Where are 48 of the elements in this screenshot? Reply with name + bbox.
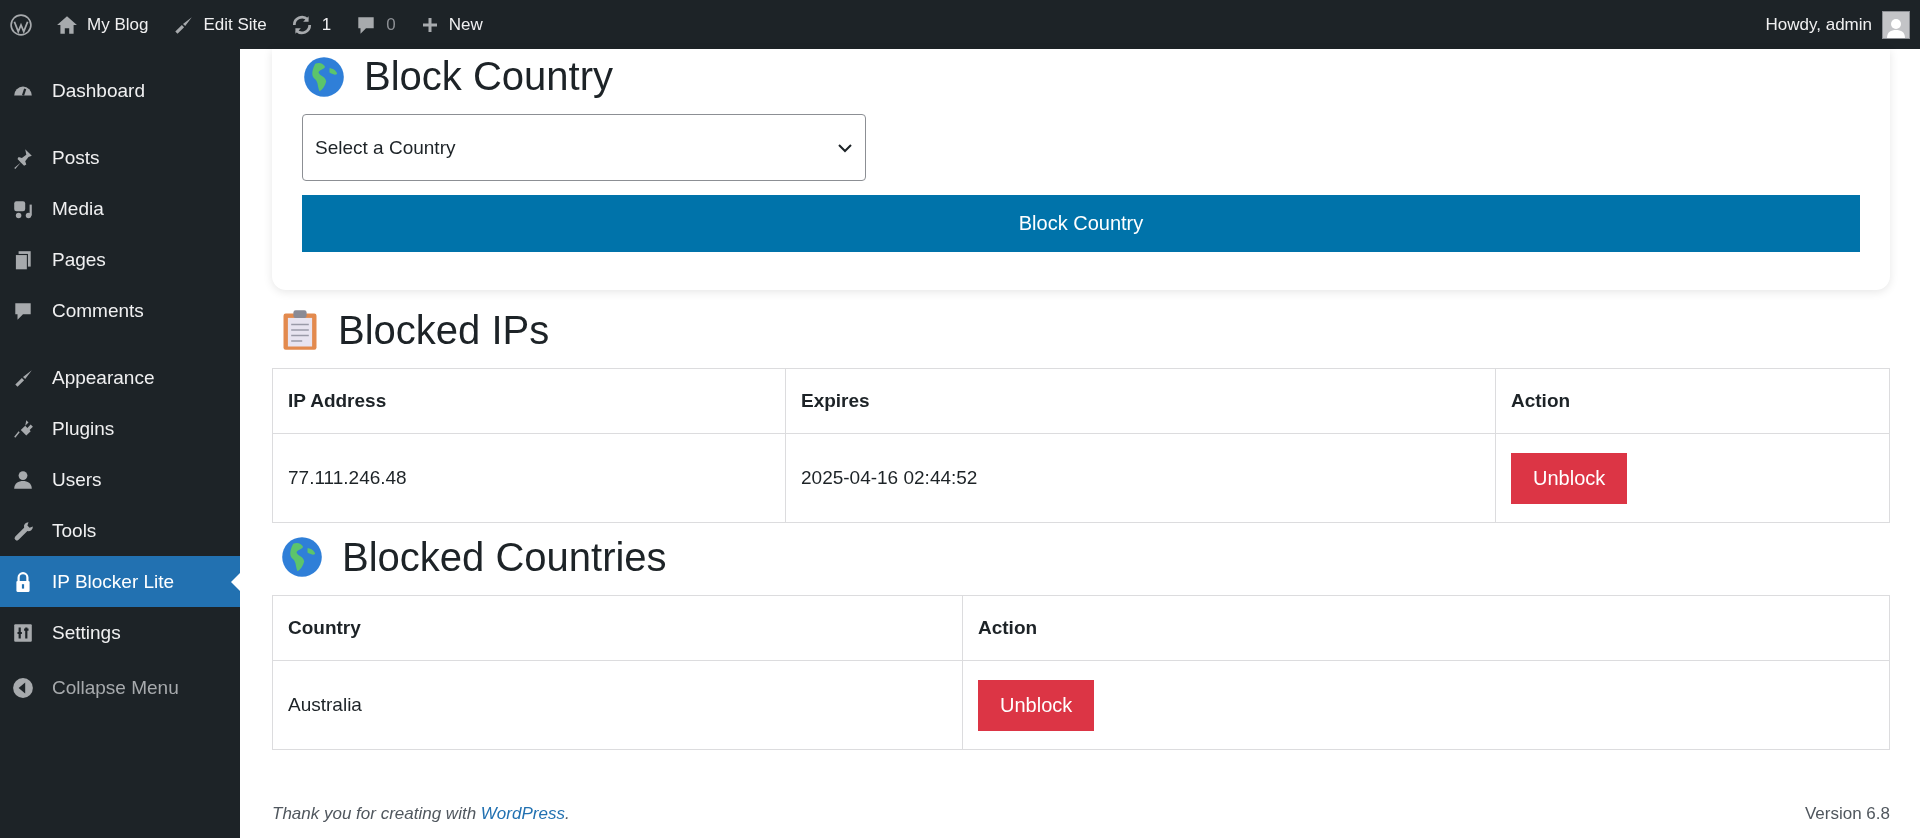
- section-title: Blocked IPs: [338, 307, 550, 353]
- section-title: Blocked Countries: [342, 534, 667, 580]
- menu-item-icon: [12, 146, 34, 169]
- avatar-icon[interactable]: [1882, 10, 1910, 39]
- sidebar-item[interactable]: Tools: [0, 505, 240, 556]
- chevron-down-icon: [837, 142, 853, 153]
- menu-item-icon: [12, 621, 34, 644]
- menu-item-icon: [12, 248, 34, 271]
- collapse-menu-button[interactable]: Collapse Menu: [0, 662, 240, 713]
- table-cell: Australia: [272, 660, 963, 750]
- column-header: Action: [1495, 368, 1890, 434]
- sidebar-item[interactable]: Comments: [0, 285, 240, 336]
- greeting-link[interactable]: Howdy, admin: [1765, 14, 1872, 35]
- sidebar-item[interactable]: Plugins: [0, 403, 240, 454]
- unblock-button[interactable]: Unblock: [978, 679, 1095, 731]
- count-label[interactable]: 0: [386, 14, 396, 35]
- menu-item-icon: [12, 417, 34, 440]
- block-country-button[interactable]: Block Country: [302, 195, 1860, 252]
- version-text: Version 6.8: [1804, 804, 1890, 824]
- toolbar-link[interactable]: My Blog: [87, 14, 149, 35]
- country-select[interactable]: Select a Country: [302, 114, 866, 181]
- table-cell: 77.111.246.48: [272, 433, 786, 523]
- sidebar-item[interactable]: Users: [0, 454, 240, 505]
- count-label[interactable]: 1: [321, 14, 332, 35]
- table-cell: 2025-04-16 02:44:52: [785, 433, 1496, 523]
- menu-item-icon: [12, 468, 34, 491]
- wordpress-link[interactable]: WordPress: [480, 804, 565, 823]
- column-header: Expires: [785, 368, 1496, 434]
- sidebar-item[interactable]: Settings: [0, 607, 240, 658]
- column-header: Action: [962, 595, 1890, 661]
- wordpress-logo-icon[interactable]: [10, 13, 32, 36]
- sidebar-item[interactable]: Appearance: [0, 352, 240, 403]
- sidebar-item[interactable]: Pages: [0, 234, 240, 285]
- column-header: IP Address: [272, 368, 786, 434]
- sidebar-item[interactable]: IP Blocker Lite: [0, 556, 240, 607]
- globe-icon: [302, 54, 346, 99]
- unblock-button[interactable]: Unblock: [1511, 452, 1628, 504]
- toolbar-link[interactable]: Edit Site: [203, 14, 267, 35]
- section-title: Block Country: [364, 54, 613, 99]
- globe-icon: [280, 535, 324, 579]
- sidebar-item[interactable]: Posts: [0, 132, 240, 183]
- sidebar-item[interactable]: Media: [0, 183, 240, 234]
- footer-text: Thank you for creating with WordPress.: [272, 804, 570, 824]
- menu-item-icon: [12, 519, 34, 542]
- sidebar-item[interactable]: Dashboard: [0, 65, 240, 116]
- column-header: Country: [272, 595, 963, 661]
- refresh-icon: [290, 13, 313, 36]
- toolbar-link[interactable]: New: [448, 14, 483, 35]
